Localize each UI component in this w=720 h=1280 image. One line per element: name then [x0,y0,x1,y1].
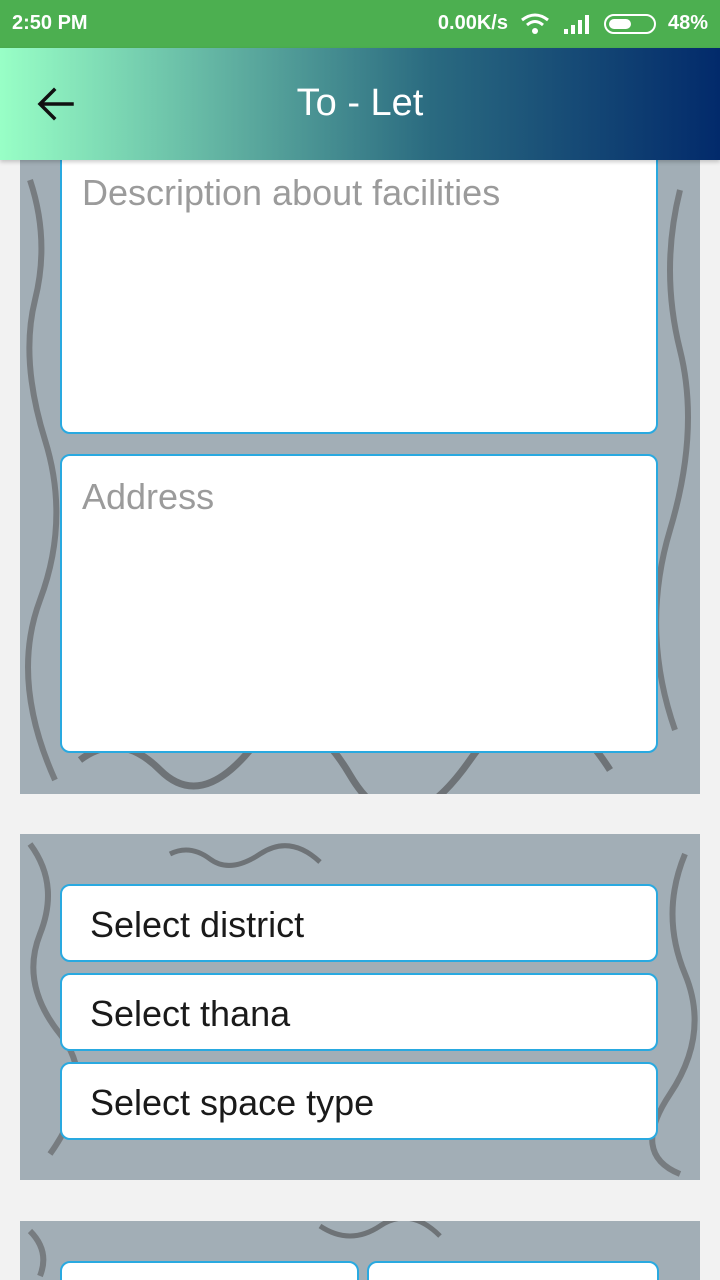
left-input[interactable] [60,1261,359,1280]
space-type-select[interactable]: Select space type [60,1062,658,1140]
status-bar: 2:50 PM 0.00K/s 48% [0,0,720,48]
page-title: To - Let [296,82,424,124]
address-placeholder: Address [82,476,215,517]
location-panel: Select district Select thana Select spac… [20,834,700,1180]
battery-percent: 48% [667,12,708,34]
status-time: 2:50 PM [12,12,88,34]
wifi-icon [521,13,549,34]
space-type-select-label: Select space type [90,1082,375,1123]
thana-select[interactable]: Select thana [60,973,658,1051]
details-panel: Description about facilities Address [20,160,700,794]
thana-select-label: Select thana [90,993,291,1034]
description-placeholder: Description about facilities [82,172,501,213]
district-select-label: Select district [90,904,305,945]
status-right: 0.00K/s 48% [438,12,708,35]
app-bar: To - Let [0,48,720,160]
address-textarea[interactable]: Address [60,454,658,753]
network-speed: 0.00K/s [437,12,508,34]
right-input[interactable] [367,1261,659,1280]
signal-icon [563,14,589,34]
battery-icon [603,13,656,34]
next-panel [20,1221,700,1280]
description-textarea[interactable]: Description about facilities [60,160,658,434]
district-select[interactable]: Select district [60,884,658,962]
